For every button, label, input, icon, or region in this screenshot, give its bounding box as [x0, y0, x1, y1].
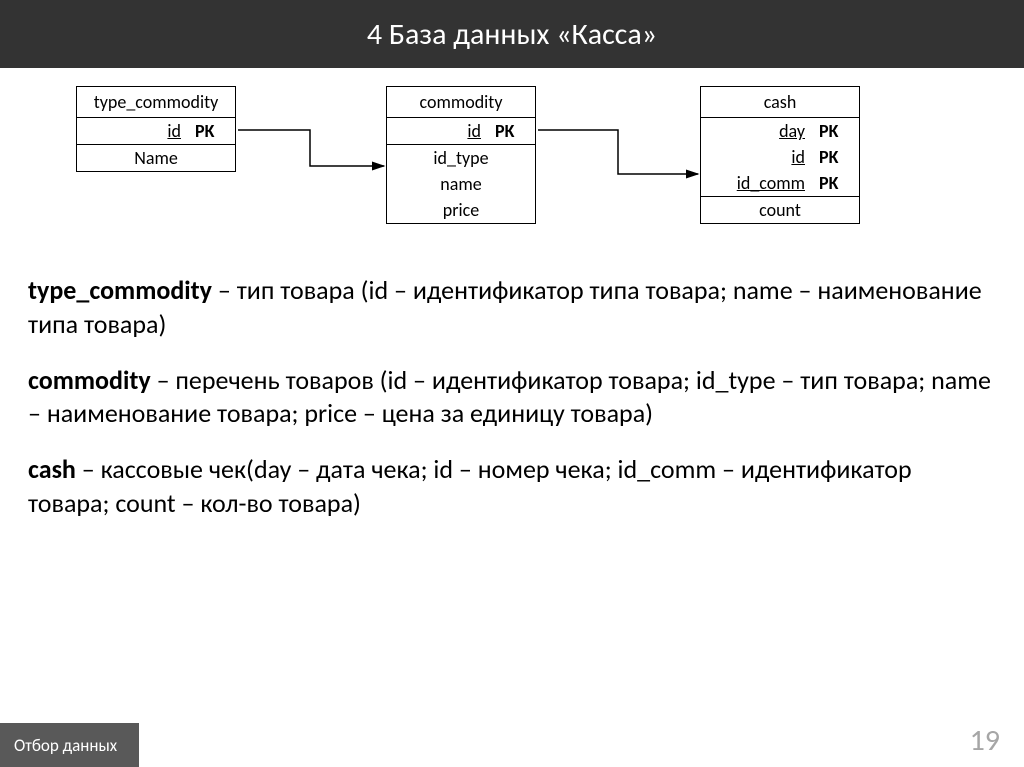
attr-field: Name — [87, 147, 225, 169]
table-commodity: commodity id PK id_type name price — [386, 86, 536, 224]
pk-label: PK — [195, 120, 225, 142]
attr-row: name — [387, 171, 535, 197]
attr-field: count — [711, 199, 849, 221]
pk-row: day PK — [701, 118, 859, 144]
table-name: cash — [701, 87, 859, 118]
pk-section: id PK — [387, 118, 535, 145]
definition: – перечень товаров (id – идентификатор т… — [28, 364, 991, 430]
term: cash — [28, 453, 76, 485]
desc-type-commodity: type_commodity – тип товара (id – иденти… — [28, 274, 996, 342]
description-text: type_commodity – тип товара (id – иденти… — [0, 266, 1024, 521]
definition: – кассовые чек(day – дата чека; id – ном… — [28, 453, 912, 519]
attr-field: name — [397, 173, 525, 195]
pk-label: PK — [495, 120, 525, 142]
table-name: commodity — [387, 87, 535, 118]
table-name: type_commodity — [77, 87, 235, 118]
table-type-commodity: type_commodity id PK Name — [76, 86, 236, 172]
term: commodity — [28, 364, 151, 396]
slide-title-bar: 4 База данных «Касса» — [0, 0, 1024, 68]
pk-row: id PK — [387, 118, 535, 144]
attr-section: count — [701, 197, 859, 223]
attr-section: Name — [77, 145, 235, 171]
pk-field: id — [87, 120, 181, 142]
slide-footer: Отбор данных 19 — [0, 719, 1024, 767]
pk-field: id_comm — [711, 172, 805, 194]
attr-row: id_type — [387, 145, 535, 171]
pk-row: id PK — [77, 118, 235, 144]
pk-row: id_comm PK — [701, 170, 859, 196]
attr-row: count — [701, 197, 859, 223]
page-number: 19 — [970, 722, 1000, 759]
pk-row: id PK — [701, 144, 859, 170]
pk-field: day — [711, 120, 805, 142]
desc-commodity: commodity – перечень товаров (id – идент… — [28, 364, 996, 432]
er-diagram: type_commodity id PK Name commodity id P… — [20, 86, 1004, 266]
table-cash: cash day PK id PK id_comm PK count — [700, 86, 860, 224]
attr-row: price — [387, 197, 535, 223]
pk-label: PK — [819, 120, 849, 142]
pk-field: id — [711, 146, 805, 168]
attr-field: price — [397, 199, 525, 221]
attr-section: id_type name price — [387, 145, 535, 223]
pk-label: PK — [819, 146, 849, 168]
pk-section: day PK id PK id_comm PK — [701, 118, 859, 197]
attr-row: Name — [77, 145, 235, 171]
pk-label: PK — [819, 172, 849, 194]
term: type_commodity — [28, 274, 212, 306]
attr-field: id_type — [397, 147, 525, 169]
slide-title: 4 База данных «Касса» — [367, 16, 657, 53]
pk-section: id PK — [77, 118, 235, 145]
footer-label: Отбор данных — [0, 723, 139, 767]
pk-field: id — [397, 120, 481, 142]
desc-cash: cash – кассовые чек(day – дата чека; id … — [28, 453, 996, 521]
